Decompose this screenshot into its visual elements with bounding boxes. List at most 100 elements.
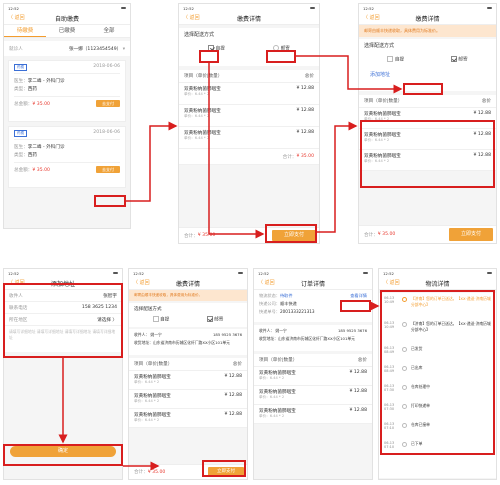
nav-bar: 〈 返回 物流详情 bbox=[379, 277, 496, 290]
option-mail-label: 邮寄 bbox=[458, 57, 468, 63]
list-item: 双黄粉纳菌肺咽宝 单价：6.44 * 2 ¥ 12.88 bbox=[129, 390, 247, 409]
back-button[interactable]: 〈 返回 bbox=[133, 279, 150, 288]
item-price: ¥ 12.88 bbox=[224, 374, 242, 379]
status-time: 12:52 bbox=[363, 5, 374, 11]
back-button[interactable]: 〈 返回 bbox=[183, 14, 200, 23]
item-price: ¥ 12.88 bbox=[296, 108, 314, 113]
option-pickup-label: 自提 bbox=[160, 317, 170, 323]
items-header: 项目（单价|数量） 总价 bbox=[359, 95, 496, 108]
page-title: 物流详情 bbox=[425, 280, 450, 288]
option-pickup[interactable]: 自提 bbox=[152, 316, 170, 323]
mail-notice: 邮寄由顺丰快递收取，具体费用为标准价。 bbox=[129, 290, 247, 301]
nav-bar: 〈 返回 缴费详情 bbox=[359, 12, 496, 25]
pay-button[interactable]: 去支付 bbox=[96, 166, 120, 173]
item-price: ¥ 12.88 bbox=[349, 370, 367, 375]
item-price: ¥ 12.88 bbox=[349, 408, 367, 413]
back-button[interactable]: 〈 返回 bbox=[8, 14, 25, 23]
patient-selector[interactable]: 就诊人 张一娜（1123454549） ▾ bbox=[4, 41, 130, 56]
page-title: 订单详情 bbox=[300, 280, 325, 288]
delivery-section: 选择配送方式 自提 邮寄 bbox=[129, 303, 247, 327]
item-sub: 单价：6.44 * 2 bbox=[259, 395, 285, 399]
back-button[interactable]: 〈 返回 bbox=[258, 279, 275, 288]
item-price: ¥ 12.88 bbox=[224, 393, 242, 398]
status-value: 待取件 bbox=[279, 293, 293, 298]
subtotal-label: 合计： bbox=[282, 154, 297, 160]
status-time: 12:52 bbox=[258, 270, 269, 276]
screen-payment-detail-address: 12:52 〈 返回 缴费详情 邮寄由顺丰快递收取，具体费用为标准价。 选择配送… bbox=[128, 268, 248, 480]
option-pickup[interactable]: 自提 bbox=[387, 56, 404, 63]
option-mail[interactable]: 邮寄 bbox=[450, 56, 468, 63]
list-item: 双黄粉纳菌肺咽宝 单价：6.44 * 2 ¥ 12.88 bbox=[254, 386, 372, 405]
highlight-mail-option bbox=[266, 50, 296, 63]
highlight-pay-now bbox=[265, 224, 317, 243]
items-header: 项目（单价|数量） 总价 bbox=[129, 358, 247, 371]
highlight-pay-button bbox=[94, 195, 126, 207]
signal-icon bbox=[121, 6, 126, 10]
col-total: 总价 bbox=[304, 74, 314, 79]
signal-icon bbox=[487, 6, 492, 10]
status-time: 12:52 bbox=[183, 5, 194, 11]
nav-bar: 〈 返回 缴费详情 bbox=[129, 277, 247, 290]
item-price: ¥ 12.88 bbox=[296, 130, 314, 135]
status-time: 12:52 bbox=[383, 270, 394, 276]
item-sub: 单价：6.44 * 2 bbox=[134, 380, 160, 384]
tab-bar: 待缴费 已缴费 全部 bbox=[4, 25, 130, 38]
status-time: 12:52 bbox=[8, 5, 19, 11]
nav-bar: 〈 返回 缴费详情 bbox=[179, 12, 319, 25]
list-item: 双黄粉纳菌肺咽宝 单价：6.44 * 2 ¥ 12.88 bbox=[129, 371, 247, 390]
pay-now-button[interactable]: 立即支付 bbox=[449, 228, 493, 241]
bill-card: 药费 2018-06-06 医生：李二峰 - 外科门诊 类型：西药 总金额：¥ 3… bbox=[8, 126, 126, 188]
tab-unpaid[interactable]: 待缴费 bbox=[4, 25, 46, 37]
patient-value: 张一娜（1123454549） bbox=[69, 46, 122, 52]
view-details-link[interactable]: 查看详情 bbox=[350, 293, 367, 299]
add-address-link[interactable]: 添加地址 bbox=[364, 71, 491, 78]
sum-label: 合计： bbox=[134, 470, 148, 475]
page-title: 缴费详情 bbox=[415, 15, 440, 23]
bill-date: 2018-06-06 bbox=[93, 130, 120, 135]
col-item: 项目（单价|数量） bbox=[134, 362, 173, 367]
option-mail[interactable]: 邮寄 bbox=[206, 316, 224, 323]
delivery-label: 选择配送方式 bbox=[184, 32, 215, 38]
doctor-value: 李二峰 - 外科门诊 bbox=[27, 145, 65, 150]
tab-all[interactable]: 全部 bbox=[88, 25, 130, 37]
courier-value: 顺丰快递 bbox=[279, 301, 297, 306]
recipient-name: 收件人： 姚一宁 bbox=[259, 328, 287, 333]
list-item: 双黄粉纳菌肺咽宝 单价：6.44 * 2 ¥ 12.88 bbox=[179, 105, 319, 127]
highlight-items bbox=[360, 120, 495, 188]
highlight-address-form bbox=[3, 283, 123, 358]
signal-icon bbox=[363, 271, 368, 275]
screen-payment-detail-pickup: 12:52 〈 返回 缴费详情 选择配送方式 自提 邮寄 项目（单价|数量） 总价… bbox=[178, 3, 320, 244]
checkbox-checked-icon bbox=[206, 316, 213, 322]
col-item: 项目（单价|数量） bbox=[184, 74, 223, 79]
item-price: ¥ 12.88 bbox=[349, 389, 367, 394]
tracking-value: 2001333221313 bbox=[279, 309, 315, 314]
item-sub: 单价：6.44 * 2 bbox=[184, 114, 210, 118]
list-item: 双黄粉纳菌肺咽宝 单价：6.44 * 2 ¥ 12.88 bbox=[179, 127, 319, 149]
option-mail-label: 邮寄 bbox=[214, 317, 224, 323]
address-card[interactable]: 收件人： 姚一宁 185 9525 3676 收货地址：山东省济南市历城区化纤厂路… bbox=[129, 329, 247, 355]
sum-value: ¥ 35.00 bbox=[197, 233, 216, 238]
status-bar: 12:52 bbox=[359, 4, 496, 12]
item-sub: 单价：6.44 * 2 bbox=[259, 414, 285, 418]
bill-badge: 药费 bbox=[14, 130, 28, 137]
doctor-label: 医生： bbox=[14, 79, 28, 84]
highlight-pickup-option bbox=[199, 50, 219, 63]
delivery-label: 选择配送方式 bbox=[134, 307, 162, 312]
status-time: 12:52 bbox=[8, 270, 19, 276]
status-time: 12:52 bbox=[133, 270, 144, 276]
checkbox-checked-icon bbox=[450, 56, 457, 62]
item-price: ¥ 12.88 bbox=[224, 412, 242, 417]
pay-button[interactable]: 去支付 bbox=[96, 100, 120, 107]
back-button[interactable]: 〈 返回 bbox=[363, 14, 380, 23]
signal-icon bbox=[113, 271, 118, 275]
item-sub: 单价：6.44 * 2 bbox=[184, 92, 210, 96]
tab-paid[interactable]: 已缴费 bbox=[46, 25, 88, 37]
mail-notice: 邮寄由顺丰快递收取，具体费用为标准价。 bbox=[359, 25, 496, 37]
signal-icon bbox=[238, 271, 243, 275]
footer-bar: 合计： ¥ 35.00 立即支付 bbox=[359, 225, 496, 243]
bill-card: 药费 2018-06-06 医生：李二峰 - 外科门诊 类型：西药 总金额：¥ 3… bbox=[8, 60, 126, 122]
back-button[interactable]: 〈 返回 bbox=[383, 279, 400, 288]
subtotal-value: ¥ 35.00 bbox=[296, 154, 314, 159]
highlight-confirm bbox=[3, 444, 123, 466]
highlight-view-details bbox=[340, 300, 371, 312]
